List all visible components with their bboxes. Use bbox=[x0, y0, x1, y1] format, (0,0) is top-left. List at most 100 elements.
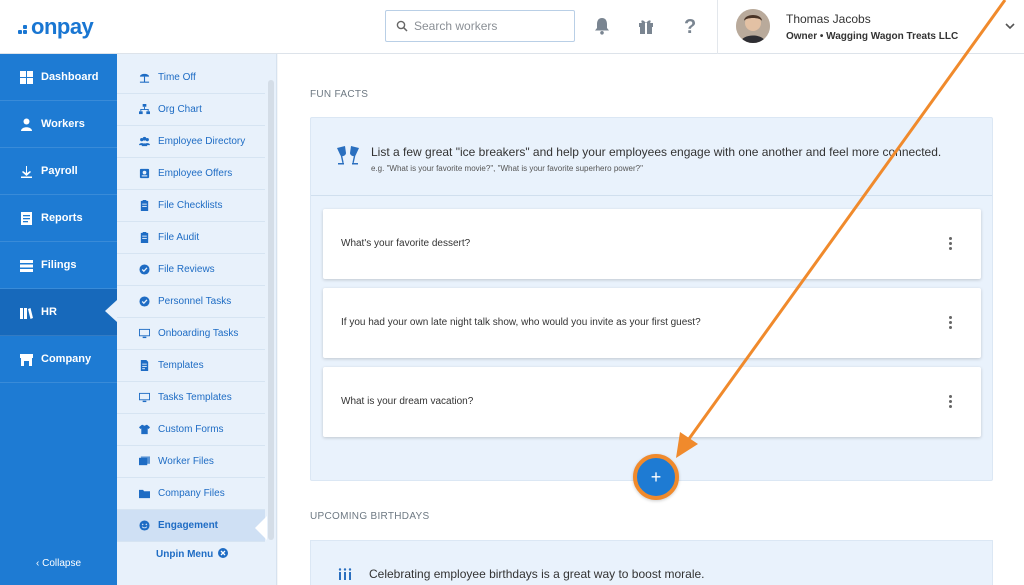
birthdays-intro: Celebrating employee birthdays is a grea… bbox=[369, 567, 705, 581]
nav-item-label: Payroll bbox=[41, 165, 78, 177]
nav-item-label: Company bbox=[41, 353, 92, 365]
nav-item-hr[interactable]: HR bbox=[0, 289, 117, 336]
bell-icon[interactable] bbox=[591, 15, 613, 37]
close-circle-icon bbox=[218, 548, 228, 558]
svg-text:?: ? bbox=[684, 16, 696, 36]
check-badge-icon bbox=[139, 264, 150, 275]
nav-active-pointer bbox=[105, 300, 117, 322]
logo-text: onpay bbox=[31, 14, 94, 39]
question-card[interactable]: What's your favorite dessert? bbox=[323, 209, 981, 279]
nav-item-label: Filings bbox=[41, 259, 77, 271]
nav-item-dashboard[interactable]: Dashboard bbox=[0, 54, 117, 101]
workers-icon bbox=[21, 118, 32, 131]
cheers-icon bbox=[337, 146, 359, 165]
company-icon bbox=[20, 353, 33, 366]
subnav-item-personnel-tasks[interactable]: Personnel Tasks bbox=[117, 286, 265, 318]
subnav-item-label: Company Files bbox=[158, 488, 225, 499]
nav-item-company[interactable]: Company bbox=[0, 336, 117, 383]
user-menu[interactable]: Thomas Jacobs Owner • Wagging Wagon Trea… bbox=[717, 0, 1024, 54]
subnav-item-file-checklists[interactable]: File Checklists bbox=[117, 190, 265, 222]
subnav-item-label: Personnel Tasks bbox=[158, 296, 232, 307]
subnav-item-time-off[interactable]: Time Off bbox=[117, 62, 265, 94]
subnav-item-label: Time Off bbox=[158, 72, 196, 83]
question-text: What is your dream vacation? bbox=[341, 396, 474, 407]
reports-icon bbox=[21, 211, 32, 225]
subnav-item-label: Custom Forms bbox=[158, 424, 224, 435]
dashboard-icon bbox=[20, 70, 33, 84]
main-nav: Dashboard Workers Payroll Reports Filing… bbox=[0, 54, 117, 585]
nav-item-workers[interactable]: Workers bbox=[0, 101, 117, 148]
subnav-item-employee-directory[interactable]: Employee Directory bbox=[117, 126, 265, 158]
subnav-item-worker-files[interactable]: Worker Files bbox=[117, 446, 265, 478]
nav-item-reports[interactable]: Reports bbox=[0, 195, 117, 242]
folder-icon bbox=[139, 489, 150, 499]
birthday-candles-icon bbox=[338, 568, 352, 580]
subnav-item-label: File Reviews bbox=[158, 264, 215, 275]
chevron-down-icon[interactable] bbox=[1004, 20, 1016, 32]
help-icon[interactable]: ? bbox=[679, 15, 701, 37]
subnav-item-templates[interactable]: Templates bbox=[117, 350, 265, 382]
subnav-item-label: Worker Files bbox=[158, 456, 214, 467]
more-options-icon[interactable] bbox=[947, 237, 953, 251]
more-options-icon[interactable] bbox=[947, 395, 953, 409]
subnav-item-label: Employee Directory bbox=[158, 136, 246, 147]
fun-facts-intro: List a few great "ice breakers" and help… bbox=[371, 145, 942, 159]
document-icon bbox=[140, 360, 149, 371]
clipboard-icon bbox=[140, 200, 149, 211]
hr-icon bbox=[20, 307, 33, 319]
umbrella-icon bbox=[139, 73, 150, 83]
question-card[interactable]: If you had your own late night talk show… bbox=[323, 288, 981, 358]
fun-facts-header: List a few great "ice breakers" and help… bbox=[311, 118, 992, 196]
subnav-item-label: Templates bbox=[158, 360, 204, 371]
subnav-item-label: Org Chart bbox=[158, 104, 202, 115]
gift-icon[interactable] bbox=[635, 15, 657, 37]
search-icon bbox=[396, 20, 408, 32]
org-chart-icon bbox=[139, 104, 150, 115]
more-options-icon[interactable] bbox=[947, 316, 953, 330]
add-question-button[interactable]: + bbox=[633, 454, 679, 500]
question-card[interactable]: What is your dream vacation? bbox=[323, 367, 981, 437]
subnav-item-label: Employee Offers bbox=[158, 168, 233, 179]
monitor-icon bbox=[139, 392, 150, 403]
user-name: Thomas Jacobs bbox=[786, 12, 871, 26]
collapse-button[interactable]: ‹ Collapse bbox=[0, 558, 117, 569]
nav-item-filings[interactable]: Filings bbox=[0, 242, 117, 289]
unpin-label: Unpin Menu bbox=[156, 549, 214, 560]
payroll-icon bbox=[21, 165, 32, 178]
top-header: onpay ? Thomas Jacobs Owner • Wagging Wa… bbox=[0, 0, 1024, 54]
offer-icon bbox=[139, 168, 150, 179]
subnav-item-file-audit[interactable]: File Audit bbox=[117, 222, 265, 254]
people-icon bbox=[139, 136, 150, 147]
fun-facts-example: e.g. "What is your favorite movie?", "Wh… bbox=[371, 164, 643, 173]
subnav-item-org-chart[interactable]: Org Chart bbox=[117, 94, 265, 126]
fun-facts-panel: List a few great "ice breakers" and help… bbox=[310, 117, 993, 481]
subnav-item-custom-forms[interactable]: Custom Forms bbox=[117, 414, 265, 446]
subnav-active-pointer bbox=[255, 516, 267, 540]
nav-item-label: Reports bbox=[41, 212, 83, 224]
nav-item-payroll[interactable]: Payroll bbox=[0, 148, 117, 195]
subnav-item-label: File Checklists bbox=[158, 200, 223, 211]
subnav-item-label: File Audit bbox=[158, 232, 200, 243]
search-box[interactable] bbox=[385, 10, 575, 42]
nav-item-label: Dashboard bbox=[41, 71, 99, 83]
logo-dots-icon bbox=[18, 24, 30, 34]
clipboard-icon bbox=[140, 232, 149, 243]
user-role: Owner • Wagging Wagon Treats LLC bbox=[786, 31, 959, 42]
avatar bbox=[736, 9, 770, 43]
search-input[interactable] bbox=[414, 19, 564, 33]
subnav-item-label: Engagement bbox=[158, 520, 219, 531]
unpin-menu-button[interactable]: Unpin Menu bbox=[117, 548, 267, 560]
subnav-item-company-files[interactable]: Company Files bbox=[117, 478, 265, 510]
smiley-icon bbox=[139, 520, 150, 531]
subnav-item-engagement[interactable]: Engagement bbox=[117, 510, 265, 542]
subnav-item-file-reviews[interactable]: File Reviews bbox=[117, 254, 265, 286]
subnav-item-onboarding-tasks[interactable]: Onboarding Tasks bbox=[117, 318, 265, 350]
subnav-item-label: Onboarding Tasks bbox=[158, 328, 239, 339]
nav-item-label: Workers bbox=[41, 118, 85, 130]
nav-item-label: HR bbox=[41, 306, 57, 318]
subnav-item-tasks-templates[interactable]: Tasks Templates bbox=[117, 382, 265, 414]
subnav-scrollbar[interactable] bbox=[268, 80, 274, 540]
subnav-item-employee-offers[interactable]: Employee Offers bbox=[117, 158, 265, 190]
onpay-logo[interactable]: onpay bbox=[18, 14, 94, 40]
filings-icon bbox=[20, 259, 33, 272]
